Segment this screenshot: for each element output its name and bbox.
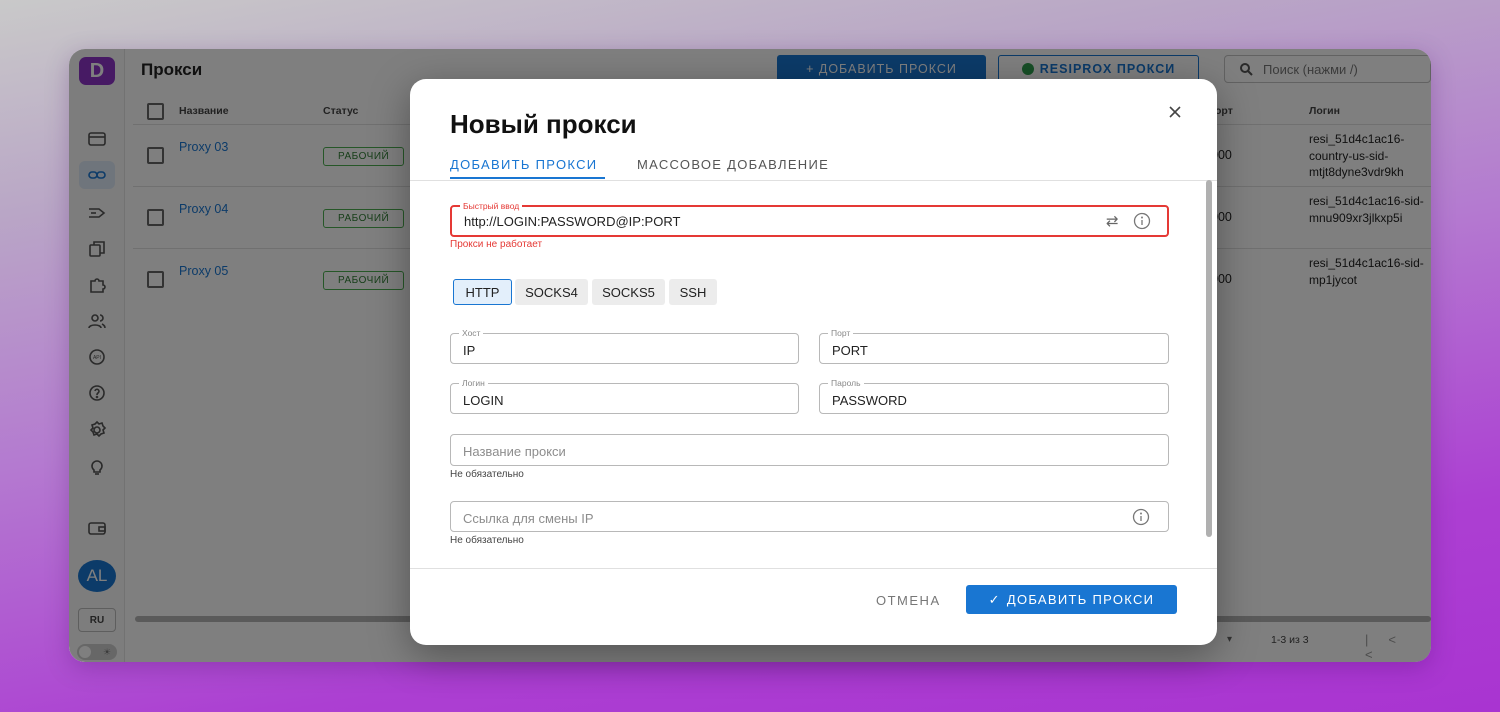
active-tab-indicator (450, 177, 605, 179)
port-field[interactable]: Порт PORT (819, 328, 1169, 364)
cancel-button[interactable]: ОТМЕНА (876, 593, 941, 608)
quick-input-error: Прокси не работает (450, 239, 543, 250)
ip-change-link-placeholder: Ссылка для смены IP (463, 511, 594, 526)
vertical-scrollbar[interactable] (1206, 180, 1212, 537)
proxy-name-field[interactable]: Название прокси (450, 434, 1169, 466)
ip-change-link-field[interactable]: Ссылка для смены IP (450, 501, 1169, 532)
dialog-title: Новый прокси (450, 109, 637, 139)
password-value: PASSWORD (832, 393, 907, 408)
proxy-name-placeholder: Название прокси (463, 444, 566, 459)
host-field[interactable]: Хост IP (450, 328, 799, 364)
quick-input-field[interactable]: Быстрый ввод http://LOGIN:PASSWORD@IP:PO… (450, 201, 1169, 237)
ip-change-link-helper: Не обязательно (450, 535, 524, 546)
host-value: IP (463, 343, 476, 358)
quick-input-value: http://LOGIN:PASSWORD@IP:PORT (464, 214, 681, 229)
password-field[interactable]: Пароль PASSWORD (819, 378, 1169, 414)
password-label: Пароль (828, 378, 864, 388)
submit-label: ДОБАВИТЬ ПРОКСИ (1006, 592, 1155, 607)
tab-bulk-add[interactable]: МАССОВОЕ ДОБАВЛЕНИЕ (637, 157, 829, 172)
login-label: Логин (459, 378, 488, 388)
info-icon[interactable] (1133, 212, 1151, 233)
port-label: Порт (828, 328, 854, 338)
port-value: PORT (832, 343, 868, 358)
submit-add-proxy-button[interactable]: ✓ ДОБАВИТЬ ПРОКСИ (966, 585, 1177, 614)
check-icon: ✓ (988, 591, 1001, 607)
protocol-http[interactable]: HTTP (453, 279, 512, 305)
swap-icon[interactable]: ⇄ (1106, 212, 1119, 230)
protocol-socks4[interactable]: SOCKS4 (515, 279, 588, 305)
close-icon[interactable] (1168, 105, 1182, 119)
new-proxy-dialog: Новый прокси ДОБАВИТЬ ПРОКСИ МАССОВОЕ ДО… (410, 79, 1217, 645)
protocol-socks5[interactable]: SOCKS5 (592, 279, 665, 305)
protocol-ssh[interactable]: SSH (669, 279, 717, 305)
login-field[interactable]: Логин LOGIN (450, 378, 799, 414)
quick-input-label: Быстрый ввод (460, 201, 523, 211)
proxy-name-helper: Не обязательно (450, 469, 524, 480)
divider (410, 180, 1217, 181)
divider (410, 568, 1217, 569)
host-label: Хост (459, 328, 484, 338)
tab-add-proxy[interactable]: ДОБАВИТЬ ПРОКСИ (450, 157, 597, 172)
info-icon[interactable] (1132, 508, 1150, 529)
login-value: LOGIN (463, 393, 504, 408)
